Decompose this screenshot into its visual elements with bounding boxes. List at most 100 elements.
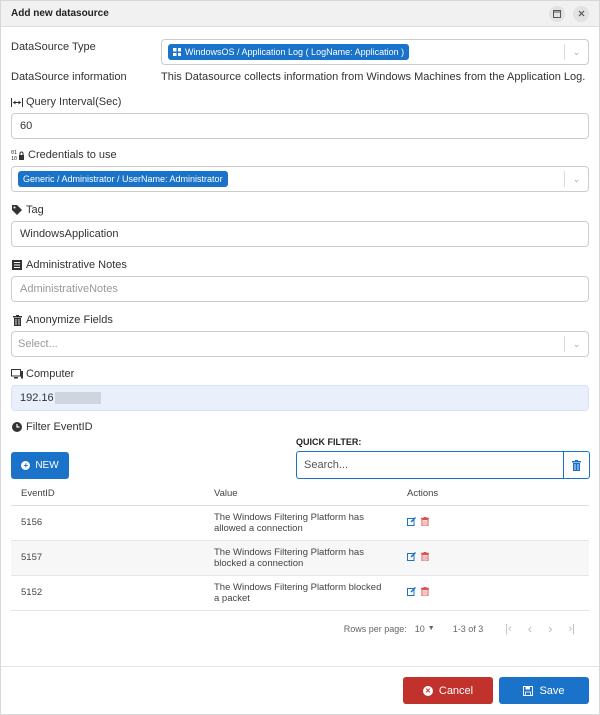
close-icon — [578, 10, 584, 17]
query-interval-label: Query Interval(Sec) — [26, 96, 122, 108]
datasource-type-value: WindowsOS / Application Log ( LogName: A… — [185, 47, 405, 57]
credentials-label: Credentials to use — [28, 149, 117, 161]
chevron-down-icon[interactable]: ⌄ — [564, 171, 588, 187]
credentials-select[interactable]: Generic / Administrator / UserName: Admi… — [11, 166, 589, 192]
query-interval-input[interactable]: 60 — [11, 113, 589, 139]
rows-per-page-value: 10 — [414, 623, 425, 634]
actions-cell — [397, 505, 589, 541]
chevron-down-icon[interactable]: ⌄ — [564, 336, 588, 352]
filter-eventid-group: Filter EventID QUICK FILTER: + NEW Searc… — [11, 421, 590, 647]
dialog-footer: ✕ Cancel Save — [1, 666, 599, 714]
edit-icon[interactable] — [407, 586, 417, 599]
binary-lock-icon: 01 10 — [11, 149, 25, 161]
desktop-icon — [11, 368, 23, 380]
search-input[interactable]: Search... — [297, 452, 563, 478]
datasource-type-chip: WindowsOS / Application Log ( LogName: A… — [168, 44, 410, 60]
save-icon — [523, 685, 534, 696]
actions-cell — [397, 575, 589, 611]
computer-group: Computer 192.16 — [11, 368, 589, 411]
datasource-type-label: DataSource Type — [11, 41, 96, 53]
save-button[interactable]: Save — [499, 677, 589, 704]
table-row: 5157 The Windows Filtering Platform has bl… — [11, 540, 589, 576]
query-interval-group: Query Interval(Sec) 60 — [11, 96, 589, 139]
credentials-group: 01 10 Credentials to use Generic / Admini… — [11, 149, 589, 192]
value-line-1: The Windows Filtering Platform blocked — [214, 581, 382, 593]
add-datasource-dialog: Add new datasource DataSource Type Windo… — [0, 0, 600, 715]
credentials-chip: Generic / Administrator / UserName: Admi… — [18, 171, 228, 187]
chevron-down-icon[interactable]: ⌄ — [564, 44, 588, 60]
tag-icon — [11, 204, 23, 216]
datasource-info-row: DataSource information This Datasource c… — [11, 71, 589, 83]
value-cell: The Windows Filtering Platform has blocke… — [204, 540, 397, 576]
anonymize-label: Anonymize Fields — [26, 314, 113, 326]
prev-page-icon[interactable]: ‹ — [528, 621, 532, 636]
delete-icon[interactable] — [421, 586, 429, 599]
redacted-block — [54, 392, 101, 404]
close-button[interactable] — [573, 5, 589, 22]
first-page-icon[interactable]: |‹ — [505, 623, 512, 635]
value-line-1: The Windows Filtering Platform has — [214, 546, 364, 558]
datasource-type-row: DataSource Type WindowsOS / Application … — [11, 39, 589, 65]
column-header-eventid[interactable]: EventID — [11, 483, 204, 506]
value-cell: The Windows Filtering Platform blocked a … — [204, 575, 397, 611]
admin-notes-label: Administrative Notes — [26, 259, 127, 271]
clock-icon — [11, 421, 23, 433]
delete-icon[interactable] — [421, 551, 429, 564]
tag-group: Tag WindowsApplication — [11, 204, 589, 247]
computer-input[interactable]: 192.16 — [11, 385, 589, 411]
next-page-icon[interactable]: › — [548, 621, 552, 636]
eventid-cell: 5152 — [11, 575, 204, 611]
anonymize-placeholder: Select... — [18, 338, 58, 350]
rows-per-page-label: Rows per page: — [343, 623, 407, 634]
page-range: 1-3 of 3 — [452, 623, 484, 634]
eventid-table: EventID Value Actions 5156 The Windows Fi… — [11, 483, 589, 611]
interval-arrows-icon — [11, 96, 23, 108]
rows-per-page-select[interactable]: 10 ▼ — [415, 624, 435, 634]
datasource-info-text: This Datasource collects information fro… — [161, 71, 586, 83]
cancel-button[interactable]: ✕ Cancel — [403, 677, 493, 704]
filter-eventid-label: Filter EventID — [26, 421, 93, 433]
actions-cell — [397, 540, 589, 576]
dialog-header: Add new datasource — [1, 1, 599, 27]
eventid-cell: 5157 — [11, 540, 204, 576]
cancel-icon: ✕ — [422, 685, 433, 696]
tag-input[interactable]: WindowsApplication — [11, 221, 589, 247]
eventid-cell: 5156 — [11, 505, 204, 541]
last-page-icon[interactable]: ›| — [568, 623, 575, 635]
quick-filter-search[interactable]: Search... — [296, 451, 590, 479]
new-button[interactable]: + NEW — [11, 452, 69, 479]
computer-value: 192.16 — [20, 392, 54, 404]
edit-icon[interactable] — [407, 516, 417, 529]
value-line-2: blocked a connection — [214, 557, 304, 569]
delete-icon[interactable] — [421, 516, 429, 529]
column-header-actions: Actions — [397, 483, 589, 506]
datasource-type-select[interactable]: WindowsOS / Application Log ( LogName: A… — [161, 39, 589, 65]
admin-notes-input[interactable]: AdministrativeNotes — [11, 276, 589, 302]
value-line-2: allowed a connection — [214, 522, 303, 534]
anonymize-select[interactable]: Select... ⌄ — [11, 331, 589, 357]
cancel-label: Cancel — [438, 684, 474, 697]
column-header-value[interactable]: Value — [204, 483, 397, 506]
anonymize-group: Anonymize Fields Select... ⌄ — [11, 314, 589, 357]
notes-icon — [11, 259, 23, 271]
value-cell: The Windows Filtering Platform has allowe… — [204, 505, 397, 541]
clear-filter-button[interactable] — [563, 452, 589, 478]
pagination: Rows per page: 10 ▼ 1-3 of 3 |‹ ‹ › ›| — [11, 611, 589, 647]
maximize-button[interactable] — [549, 5, 565, 22]
quick-filter-label: QUICK FILTER: — [296, 437, 362, 447]
admin-notes-group: Administrative Notes AdministrativeNotes — [11, 259, 589, 302]
tag-label: Tag — [26, 204, 44, 216]
value-line-2: a packet — [214, 592, 250, 604]
maximize-icon — [553, 9, 561, 18]
svg-text:10: 10 — [11, 156, 17, 161]
windows-icon — [173, 48, 181, 56]
datasource-info-label: DataSource information — [11, 71, 127, 83]
table-row: 5156 The Windows Filtering Platform has al… — [11, 505, 589, 541]
edit-icon[interactable] — [407, 551, 417, 564]
table-row: 5152 The Windows Filtering Platform block… — [11, 575, 589, 611]
new-button-label: NEW — [35, 460, 59, 471]
value-line-1: The Windows Filtering Platform has — [214, 511, 364, 523]
computer-label: Computer — [26, 368, 75, 380]
caret-down-icon: ▼ — [427, 625, 435, 632]
trash-icon — [572, 459, 581, 471]
